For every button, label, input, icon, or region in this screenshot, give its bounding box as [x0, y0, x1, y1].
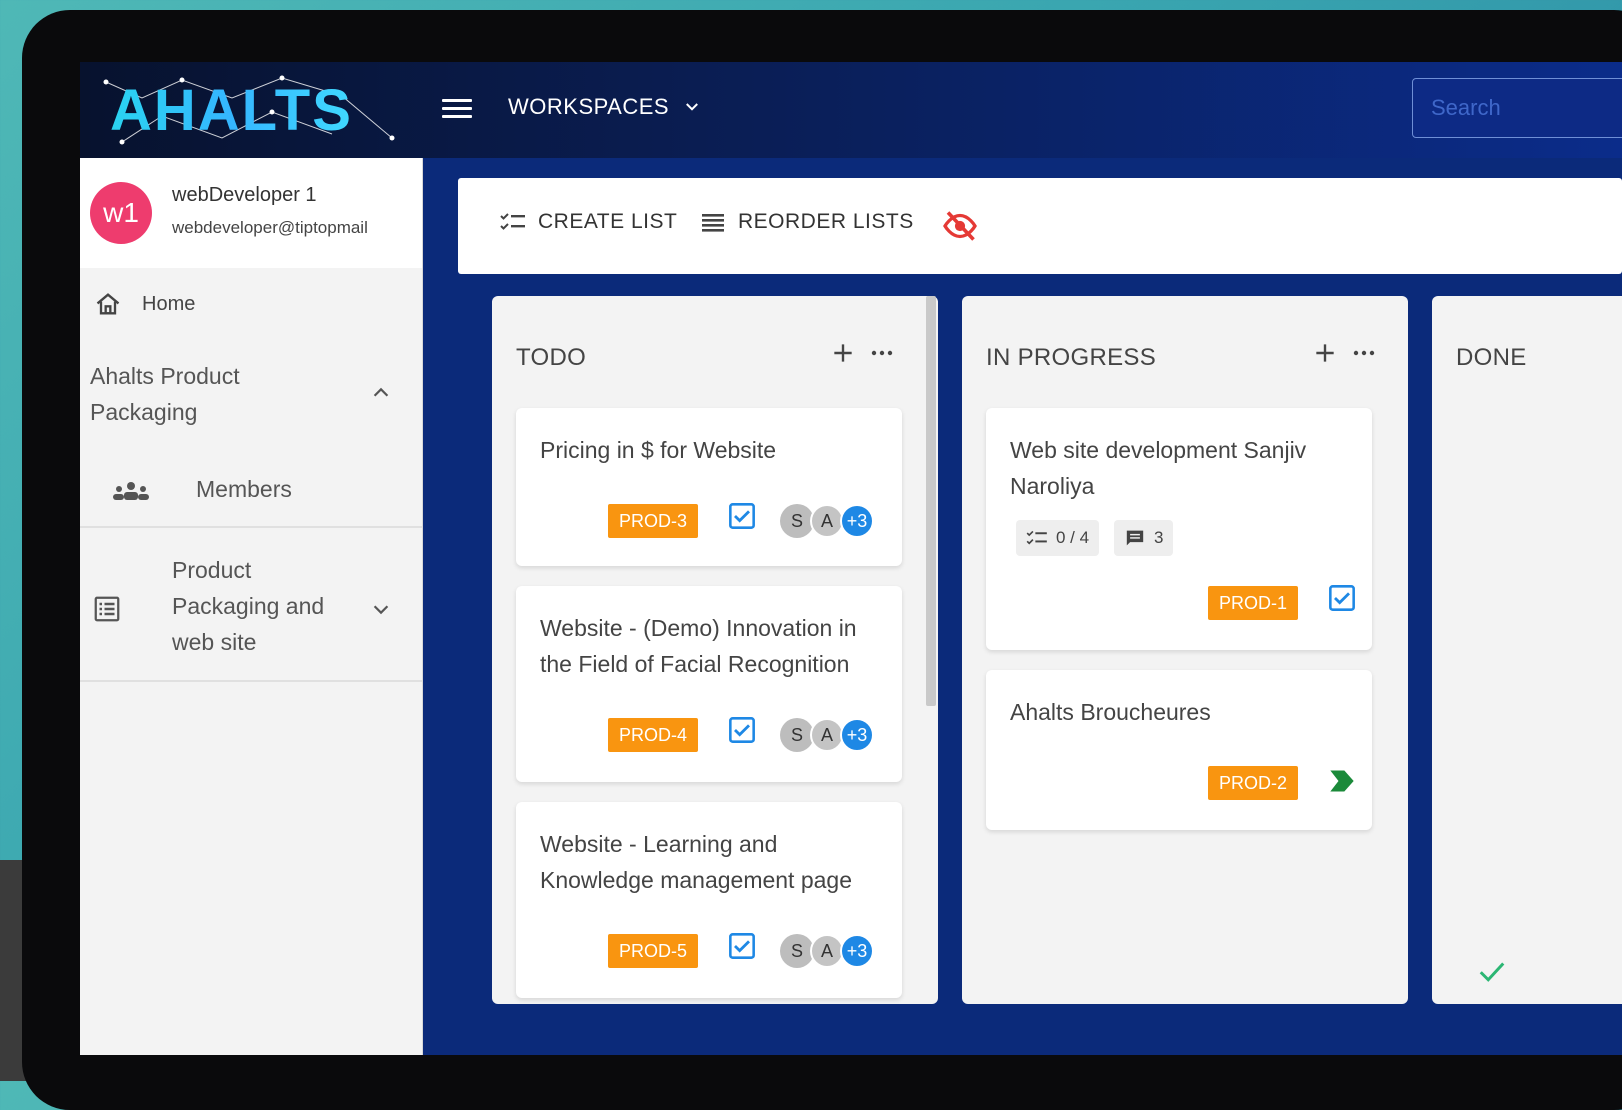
more-horizontal-icon[interactable] — [870, 348, 894, 358]
reorder-icon — [702, 214, 724, 232]
divider — [80, 680, 422, 682]
home-icon — [96, 293, 120, 315]
more-members-badge[interactable]: +3 — [840, 934, 874, 968]
sidebar-item-label: Ahalts Product Packaging — [90, 363, 240, 425]
checklist-count: 0 / 4 — [1056, 528, 1090, 547]
card-tag: PROD-4 — [608, 718, 699, 752]
reorder-lists-button[interactable]: REORDER LISTS — [700, 210, 914, 234]
list-alt-icon — [94, 596, 120, 622]
task-card[interactable]: Web site development Sanjiv Naroliya 0 /… — [986, 408, 1372, 650]
task-card[interactable]: Website - Learning and Knowledge managem… — [516, 802, 902, 998]
ahalts-logo: AHALTS — [103, 75, 395, 145]
list-scrollbar[interactable] — [926, 296, 936, 706]
check-icon — [1479, 962, 1505, 982]
card-title: Ahalts Broucheures — [1010, 699, 1211, 725]
tablet-frame: AHALTS WORKSPACES w1 webDeveloper 1 webd… — [22, 10, 1622, 1110]
menu-toggle-button[interactable] — [442, 94, 472, 124]
search-input[interactable] — [1412, 78, 1622, 138]
checkbox-checked-icon[interactable] — [728, 932, 756, 960]
member-avatar[interactable]: A — [810, 718, 844, 752]
sidebar-item-home[interactable]: Home — [80, 276, 422, 332]
task-card[interactable]: Ahalts Broucheures PROD-2 — [986, 670, 1372, 830]
card-tag: PROD-5 — [608, 934, 699, 968]
comment-icon — [1126, 530, 1144, 546]
comments-chip[interactable]: 3 — [1114, 520, 1174, 556]
card-tag: PROD-1 — [1208, 586, 1299, 620]
card-title: Web site development Sanjiv Naroliya — [1010, 437, 1307, 499]
task-card[interactable]: Pricing in $ for Website PROD-3 S A +3 — [516, 408, 902, 566]
card-title: Pricing in $ for Website — [540, 437, 777, 463]
user-email: webdeveloper@tiptopmail — [172, 218, 368, 237]
list-in-progress: IN PROGRESS Web site development Sanjiv … — [962, 296, 1408, 1004]
chevron-up-icon — [373, 387, 389, 397]
user-profile: w1 webDeveloper 1 webdeveloper@tiptopmai… — [80, 158, 422, 268]
checklist-icon — [1026, 530, 1047, 545]
sidebar-item-label: Product Packaging and web site — [172, 557, 325, 655]
more-horizontal-icon[interactable] — [1352, 348, 1376, 358]
hamburger-icon — [442, 99, 472, 102]
member-avatar[interactable]: S — [780, 504, 814, 538]
list-title: DONE — [1456, 344, 1527, 371]
sidebar-item-board[interactable]: Product Packaging and web site — [80, 548, 422, 676]
app-screen: AHALTS WORKSPACES w1 webDeveloper 1 webd… — [80, 62, 1622, 1055]
checklist-icon — [500, 213, 525, 230]
member-avatar[interactable]: S — [780, 718, 814, 752]
more-members-badge[interactable]: +3 — [840, 718, 874, 752]
list-done: DONE — [1432, 296, 1622, 1004]
member-avatar[interactable]: A — [810, 504, 844, 538]
checkbox-checked-icon[interactable] — [1328, 584, 1356, 612]
top-bar: AHALTS WORKSPACES — [80, 62, 1622, 158]
label-arrow-icon — [1330, 770, 1354, 792]
create-list-label: CREATE LIST — [538, 210, 678, 233]
workspaces-label: WORKSPACES — [508, 94, 670, 119]
task-card[interactable]: Website - (Demo) Innovation in the Field… — [516, 586, 902, 782]
reorder-lists-label: REORDER LISTS — [738, 210, 914, 233]
svg-text:AHALTS: AHALTS — [110, 78, 353, 143]
chevron-down-icon — [373, 605, 389, 615]
list-title: IN PROGRESS — [986, 344, 1156, 371]
sidebar-item-label: Home — [142, 292, 196, 315]
visibility-off-icon[interactable] — [942, 208, 978, 244]
sidebar-item-members[interactable]: Members — [80, 460, 422, 524]
chevron-down-icon — [686, 103, 699, 111]
workspaces-dropdown[interactable]: WORKSPACES — [508, 94, 701, 120]
comments-count: 3 — [1154, 528, 1164, 547]
card-tag: PROD-2 — [1208, 766, 1299, 800]
avatar[interactable]: w1 — [90, 182, 152, 244]
card-title: Website - Learning and Knowledge managem… — [540, 831, 853, 893]
sidebar: w1 webDeveloper 1 webdeveloper@tiptopmai… — [80, 158, 423, 1055]
list-todo: TODO Pricing in $ for Website PROD-3 S A… — [492, 296, 938, 1004]
sidebar-item-label: Members — [196, 476, 292, 502]
member-avatar[interactable]: A — [810, 934, 844, 968]
people-icon — [113, 482, 149, 500]
add-card-icon[interactable] — [830, 340, 856, 366]
divider — [80, 526, 422, 528]
card-title: Website - (Demo) Innovation in the Field… — [540, 615, 857, 677]
checklist-chip[interactable]: 0 / 4 — [1016, 520, 1100, 556]
board-toolbar: CREATE LIST REORDER LISTS — [458, 178, 1622, 274]
user-name: webDeveloper 1 — [172, 184, 317, 206]
create-list-button[interactable]: CREATE LIST — [500, 210, 677, 234]
checkbox-checked-icon[interactable] — [728, 716, 756, 744]
member-avatar[interactable]: S — [780, 934, 814, 968]
add-card-icon[interactable] — [1312, 340, 1338, 366]
card-tag: PROD-3 — [608, 504, 699, 538]
more-members-badge[interactable]: +3 — [840, 504, 874, 538]
checkbox-checked-icon[interactable] — [728, 502, 756, 530]
sidebar-item-project[interactable]: Ahalts Product Packaging — [80, 348, 422, 448]
list-title: TODO — [516, 344, 587, 371]
